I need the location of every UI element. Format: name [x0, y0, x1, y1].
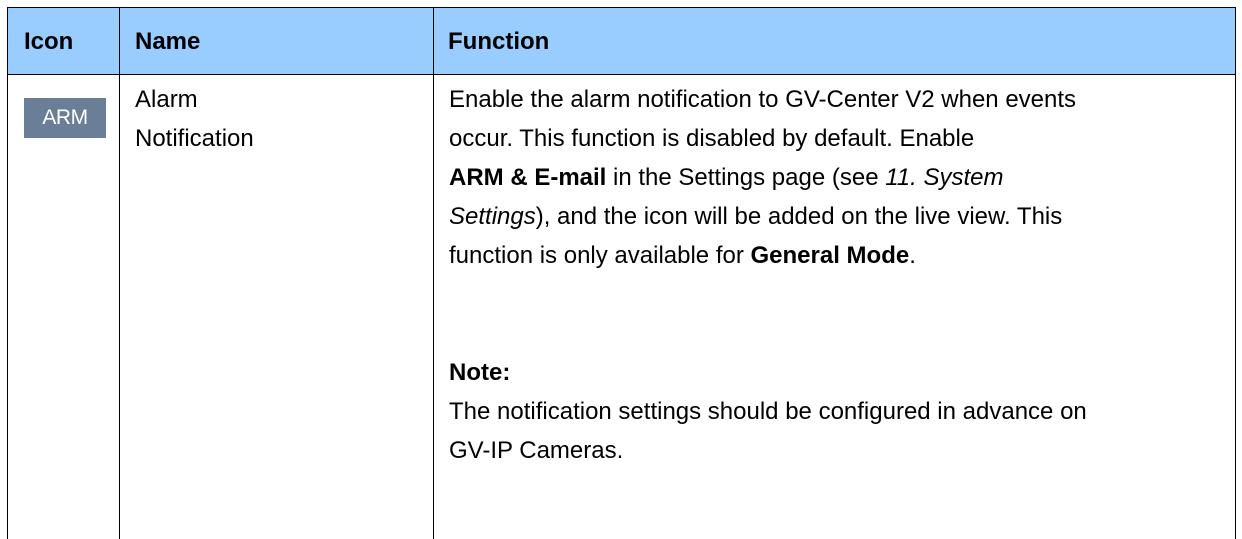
note-line-1: The notification settings should be conf…	[449, 398, 1087, 425]
function-line-1: Enable the alarm notification to GV-Cent…	[449, 86, 1077, 113]
function-line-3: ARM & E-mail in the Settings page (see 1…	[449, 164, 1004, 191]
general-mode: General Mode	[750, 242, 910, 269]
column-divider-1	[119, 8, 120, 539]
table-header-row: Icon Name Function	[8, 8, 1235, 75]
note-line-2: GV-IP Cameras.	[449, 437, 624, 464]
arm-icon: ARM	[24, 98, 106, 138]
name-cell: Alarm Notification	[135, 75, 425, 158]
arm-email-setting: ARM & E-mail	[449, 164, 607, 191]
function-line-5: function is only available for General M…	[449, 242, 916, 269]
system-settings-ref: 11. System	[885, 164, 1004, 191]
header-name: Name	[135, 28, 201, 55]
note-label: Note:	[449, 359, 511, 386]
function-table: Icon Name Function ARM Alarm Notificatio…	[7, 7, 1236, 539]
name-line-2: Notification	[135, 125, 254, 152]
name-line-1: Alarm	[135, 86, 198, 113]
function-line-4: Settings), and the icon will be added on…	[449, 203, 1063, 230]
header-function: Function	[448, 28, 550, 55]
column-divider-2	[433, 8, 434, 539]
function-line-2: occur. This function is disabled by defa…	[449, 125, 975, 152]
function-cell: Enable the alarm notification to GV-Cent…	[449, 75, 1224, 470]
system-settings-ref-cont: Settings	[449, 203, 536, 230]
header-icon: Icon	[24, 28, 74, 55]
